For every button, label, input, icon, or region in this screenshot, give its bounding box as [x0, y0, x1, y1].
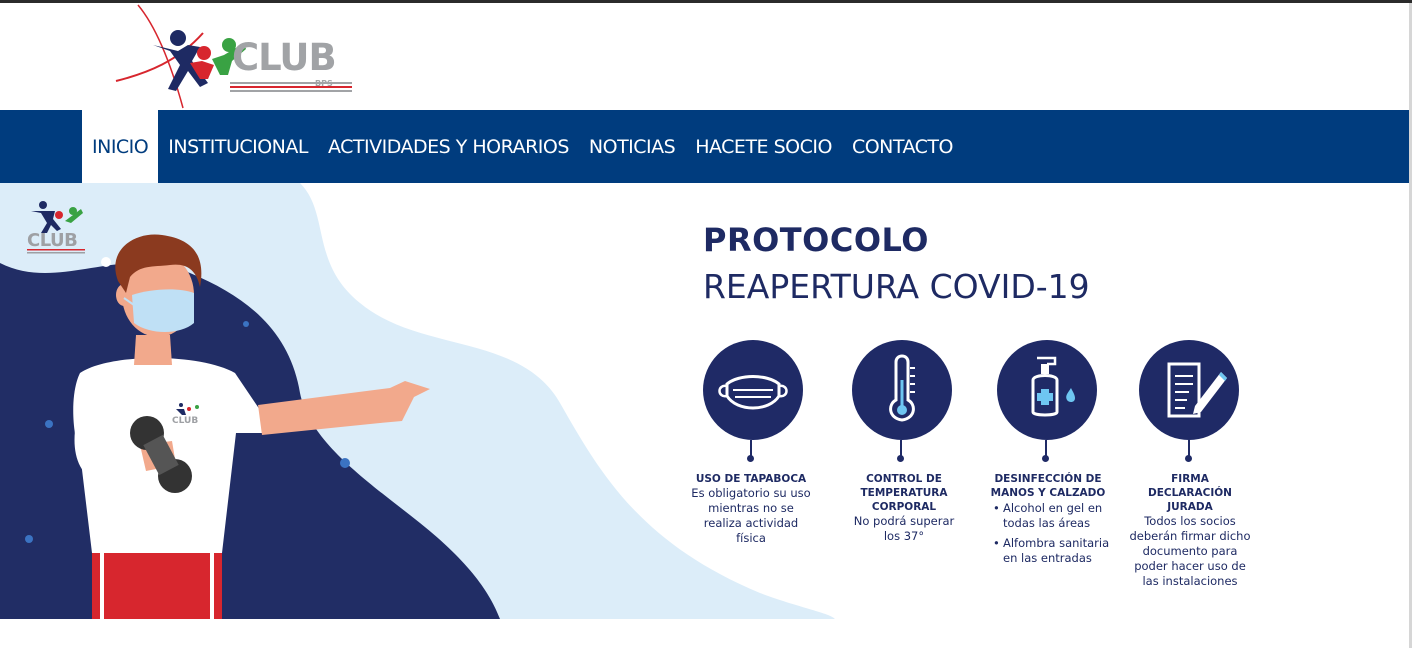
- shirt-club-logo-text: CLUB: [172, 416, 199, 426]
- step-mask-dot: [747, 455, 754, 462]
- nav-item-institucional[interactable]: INSTITUCIONAL: [158, 110, 318, 183]
- step-declaration-circle: [1139, 340, 1239, 440]
- step-sanitizer-connector: [1045, 440, 1047, 456]
- banner-club-logo-text: CLUB: [27, 230, 78, 251]
- club-logo-subtext: BPS: [315, 79, 333, 88]
- step-sanitizer-title: DESINFECCIÓN DE MANOS Y CALZADO: [990, 473, 1106, 499]
- banner-subtitle: REAPERTURA COVID-19: [703, 267, 1090, 306]
- main-menu: INICIO INSTITUCIONAL ACTIVIDADES Y HORAR…: [82, 110, 963, 183]
- nav-item-noticias[interactable]: NOTICIAS: [579, 110, 685, 183]
- step-sanitizer-circle: [997, 340, 1097, 440]
- nav-item-actividades-y-horarios[interactable]: ACTIVIDADES Y HORARIOS: [318, 110, 579, 183]
- step-temperature-connector: [900, 440, 902, 456]
- step-sanitizer-bullets: Alcohol en gel en todas las áreas Alfomb…: [985, 501, 1111, 566]
- step-temperature-text: CONTROL DE TEMPERATURA CORPORAL No podrá…: [845, 472, 963, 544]
- step-temperature-title: CONTROL DE TEMPERATURA CORPORAL: [860, 473, 948, 513]
- step-sanitizer-bullet: Alcohol en gel en todas las áreas: [993, 501, 1111, 531]
- nav-item-contacto[interactable]: CONTACTO: [842, 110, 963, 183]
- step-declaration-title: FIRMA DECLARACIÓN JURADA: [1148, 473, 1232, 513]
- step-temperature-dot: [897, 455, 904, 462]
- step-declaration-dot: [1185, 455, 1192, 462]
- sanitizer-icon: [1031, 356, 1075, 417]
- step-temperature-circle: [852, 340, 952, 440]
- step-mask-title: USO DE TAPABOCA: [695, 473, 807, 485]
- step-mask-text: USO DE TAPABOCA Es obligatorio su uso mi…: [690, 472, 812, 546]
- step-sanitizer-dot: [1042, 455, 1049, 462]
- step-mask-circle: [703, 340, 803, 440]
- face-mask-icon: [718, 375, 788, 410]
- shirt-club-logo-icon: [176, 403, 199, 415]
- main-navigation-bar: INICIO INSTITUCIONAL ACTIVIDADES Y HORAR…: [0, 110, 1409, 183]
- club-logo-text: CLUB: [232, 36, 337, 79]
- banner-title: PROTOCOLO: [703, 221, 929, 259]
- step-sanitizer-text: DESINFECCIÓN DE MANOS Y CALZADO Alcohol …: [985, 472, 1111, 571]
- thermometer-icon: [889, 354, 915, 422]
- club-logo[interactable]: CLUB BPS: [108, 3, 368, 109]
- step-sanitizer-bullet: Alfombra sanitaria en las entradas: [993, 536, 1111, 566]
- step-declaration-body: Todos los socios deberán firmar dicho do…: [1129, 514, 1251, 588]
- step-mask-connector: [750, 440, 752, 456]
- nav-item-inicio[interactable]: INICIO: [82, 110, 159, 183]
- nav-item-hacete-socio[interactable]: HACETE SOCIO: [685, 110, 842, 183]
- signed-document-icon: [1167, 362, 1227, 418]
- step-mask-body: Es obligatorio su uso mientras no se rea…: [691, 486, 811, 545]
- step-declaration-text: FIRMA DECLARACIÓN JURADA Todos los socio…: [1128, 472, 1252, 589]
- step-temperature-body: No podrá superar los 37°: [853, 514, 955, 543]
- step-declaration-connector: [1188, 440, 1190, 456]
